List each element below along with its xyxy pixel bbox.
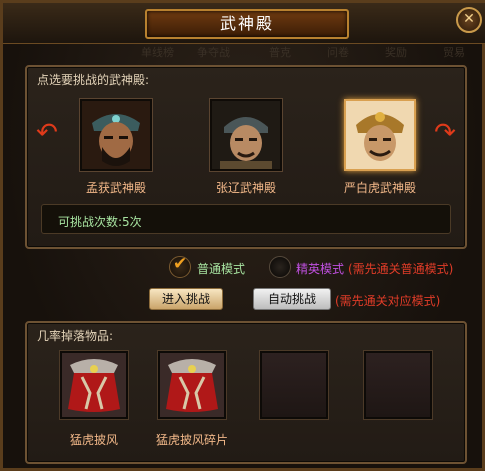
- hero-portrait-yan-baihu[interactable]: [344, 99, 416, 171]
- ghost-tab: 奖励: [385, 46, 407, 59]
- hero-portrait-meng-huo[interactable]: [80, 99, 152, 171]
- challenge-count-box: 可挑战次数:5次: [41, 204, 451, 234]
- arrow-right-icon: ↷: [434, 118, 456, 148]
- meng-huo-portrait-icon: [82, 101, 150, 169]
- elite-mode-note: (需先通关普通模式): [348, 262, 454, 276]
- drop-slot[interactable]: [60, 351, 128, 419]
- hero-name-meng-huo: 孟获武神殿: [85, 181, 146, 195]
- select-panel-label: 点选要挑战的武神殿:: [37, 73, 150, 87]
- red-cloak-icon: [160, 353, 224, 417]
- drop-slot-empty: [364, 351, 432, 419]
- hero-portrait-zhang-liao[interactable]: [210, 99, 282, 171]
- next-arrow-button[interactable]: ↷: [433, 118, 457, 148]
- window-title: 武神殿: [145, 9, 349, 39]
- drop-item-name: 猛虎披风碎片: [155, 433, 228, 447]
- ghost-tab: 问卷: [327, 46, 349, 59]
- normal-mode-checkbox[interactable]: ✔: [169, 254, 191, 278]
- dialog-window: 武神殿 ✕ 单线榜 争夺战 普克 问卷 奖励 贸易 点选要挑战的武神殿: ↶ ↷…: [0, 0, 485, 471]
- background-tabs: 单线榜 争夺战 普克 问卷 奖励 贸易: [3, 43, 485, 61]
- ghost-tab: 贸易: [443, 46, 465, 59]
- close-icon: ✕: [463, 11, 475, 27]
- hero-name-yan-baihu: 严白虎武神殿: [343, 181, 416, 195]
- drop-item-name: 猛虎披风: [69, 433, 118, 447]
- challenge-count: 可挑战次数:5次: [58, 215, 142, 229]
- elite-mode-label: 精英模式: [296, 262, 345, 276]
- arrow-left-icon: ↶: [36, 118, 58, 148]
- drops-panel-label: 几率掉落物品:: [37, 329, 114, 343]
- ghost-tab: 争夺战: [197, 46, 230, 59]
- auto-challenge-button[interactable]: 自动挑战: [253, 288, 331, 310]
- normal-mode-label: 普通模式: [197, 262, 246, 276]
- red-cloak-icon: [62, 353, 126, 417]
- hero-name-zhang-liao: 张辽武神殿: [215, 181, 276, 195]
- close-button[interactable]: ✕: [456, 7, 482, 33]
- enter-challenge-button[interactable]: 进入挑战: [149, 288, 223, 310]
- drop-slot-empty: [260, 351, 328, 419]
- drop-slot[interactable]: [158, 351, 226, 419]
- yan-baihu-portrait-icon: [346, 101, 414, 169]
- elite-mode-radio[interactable]: [269, 256, 291, 278]
- checkmark-icon: ✔: [173, 254, 188, 274]
- zhang-liao-portrait-icon: [212, 101, 280, 169]
- auto-challenge-note: (需先通关对应模式): [335, 294, 441, 308]
- prev-arrow-button[interactable]: ↶: [35, 118, 59, 148]
- ghost-tab: 普克: [269, 46, 291, 59]
- title-bar: 武神殿 ✕: [3, 3, 485, 44]
- ghost-tab: 单线榜: [141, 46, 174, 59]
